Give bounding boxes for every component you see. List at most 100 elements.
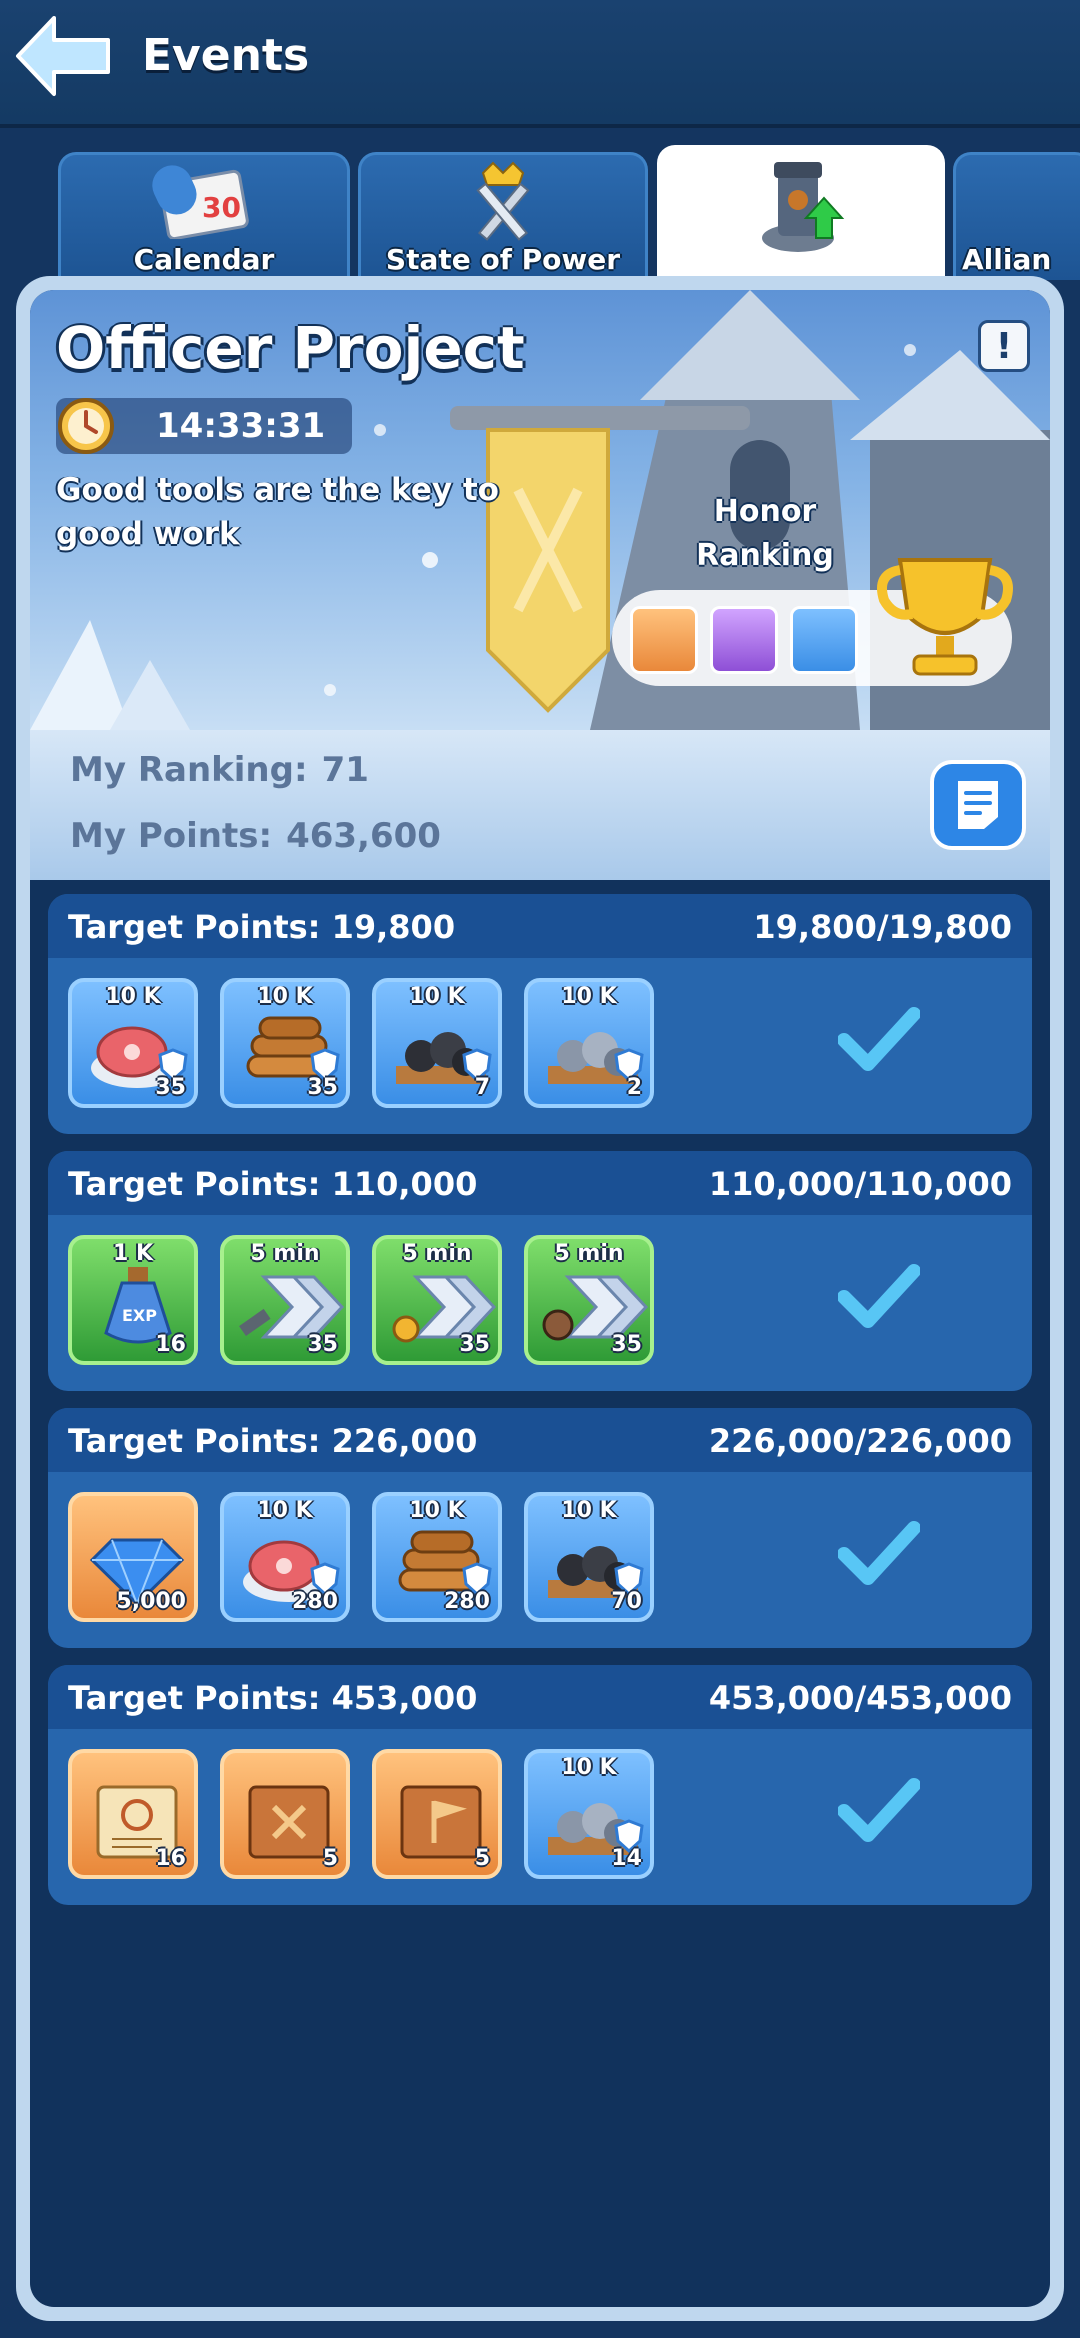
reward-count: 14 [611, 1846, 642, 1871]
reward-amount: 10 K [105, 984, 161, 1009]
back-arrow-icon [16, 16, 110, 96]
completed-check-icon [838, 1264, 920, 1328]
reward-amount: 10 K [561, 1498, 617, 1523]
tab-calendar[interactable]: 30 Calendar [58, 152, 350, 280]
target-progress: 110,000/110,000 [708, 1165, 1012, 1203]
back-button[interactable] [14, 14, 114, 98]
reward-count: 35 [307, 1332, 338, 1357]
timer-value: 14:33:31 [156, 406, 326, 446]
target-header: Target Points: 110,000 110,000/110,000 [48, 1151, 1032, 1215]
event-timer: 14:33:31 [56, 398, 352, 454]
reward-count: 16 [155, 1846, 186, 1871]
reward-count: 2 [626, 1075, 642, 1100]
target-title: Target Points: 110,000 [68, 1165, 478, 1203]
reward-item[interactable]: 5,000 [68, 1492, 198, 1622]
honor-ranking-label[interactable]: Honor Ranking [680, 490, 850, 578]
reward-amount: 10 K [561, 1755, 617, 1780]
reward-amount: 5 min [250, 1241, 320, 1266]
reward-count: 7 [474, 1075, 490, 1100]
main-panel: Officer Project 14:33:31 Good tools are … [16, 276, 1064, 2321]
my-points: My Points: 463,600 [70, 816, 441, 856]
info-button[interactable]: ! [978, 320, 1030, 372]
my-ranking: My Ranking: 71 [70, 750, 369, 790]
reward-item[interactable]: 5 min 35 [372, 1235, 502, 1365]
reward-item[interactable]: 5 [372, 1749, 502, 1879]
reward-count: 35 [307, 1075, 338, 1100]
reward-count: 70 [611, 1589, 642, 1614]
target-header: Target Points: 226,000 226,000/226,000 [48, 1408, 1032, 1472]
reward-item[interactable]: 16 [68, 1749, 198, 1879]
reward-item[interactable]: 10 K 35 [220, 978, 350, 1108]
event-title: Officer Project [56, 314, 525, 382]
my-ranking-value: 71 [321, 750, 369, 790]
reward-amount: 10 K [409, 1498, 465, 1523]
reward-count: 35 [155, 1075, 186, 1100]
reward-count: 16 [155, 1332, 186, 1357]
target-header: Target Points: 453,000 453,000/453,000 [48, 1665, 1032, 1729]
reward-amount: 5 min [554, 1241, 624, 1266]
reward-count: 5 [474, 1846, 490, 1871]
reward-amount: 10 K [561, 984, 617, 1009]
reward-item[interactable]: 10 K 7 [372, 978, 502, 1108]
target-title: Target Points: 453,000 [68, 1679, 478, 1717]
reward-item[interactable]: 10 K 280 [372, 1492, 502, 1622]
info-icon: ! [995, 325, 1013, 367]
page-title: Events [142, 30, 310, 81]
reward-count: 280 [292, 1589, 338, 1614]
reward-count: 35 [459, 1332, 490, 1357]
target-progress: 226,000/226,000 [708, 1422, 1012, 1460]
tab-calendar-label: Calendar [133, 243, 275, 276]
reward-item[interactable]: 10 K 14 [524, 1749, 654, 1879]
target-card: Target Points: 110,000 110,000/110,000 E… [48, 1151, 1032, 1391]
document-icon [958, 781, 998, 829]
reward-item[interactable]: EXP 1 K 16 [68, 1235, 198, 1365]
reward-item[interactable]: 5 min 35 [524, 1235, 654, 1365]
target-card: Target Points: 453,000 453,000/453,000 1… [48, 1665, 1032, 1905]
top-bar: Events [0, 0, 1080, 128]
event-description: Good tools are the key to good work [56, 472, 499, 552]
reward-item[interactable]: 10 K 70 [524, 1492, 654, 1622]
speedup-mini-icon [790, 606, 858, 674]
tab-alliance[interactable]: Allian [953, 152, 1080, 280]
svg-text:30: 30 [202, 191, 241, 224]
reward-item[interactable]: 10 K 2 [524, 978, 654, 1108]
reward-item[interactable]: 5 [220, 1749, 350, 1879]
crossed-swords-crown-icon [476, 161, 530, 241]
calendar-icon: 30 [152, 165, 249, 239]
target-progress: 453,000/453,000 [708, 1679, 1012, 1717]
target-progress: 19,800/19,800 [753, 908, 1012, 946]
tab-state-of-power-label: State of Power [385, 243, 621, 276]
my-points-value: 463,600 [286, 816, 441, 856]
event-tabs: 30 Calendar State of Power Allian [0, 140, 1080, 280]
reward-amount: 10 K [257, 984, 313, 1009]
reward-amount: 10 K [409, 984, 465, 1009]
target-title: Target Points: 19,800 [68, 908, 456, 946]
target-header: Target Points: 19,800 19,800/19,800 [48, 894, 1032, 958]
event-banner: Officer Project 14:33:31 Good tools are … [30, 290, 1050, 730]
completed-check-icon [838, 1521, 920, 1585]
reward-count: 35 [611, 1332, 642, 1357]
completed-check-icon [838, 1007, 920, 1071]
tab-state-of-power[interactable]: State of Power [358, 152, 648, 280]
reward-amount: 1 K [112, 1241, 153, 1266]
ranking-details-button[interactable] [930, 760, 1026, 850]
my-points-label: My Points: [70, 816, 273, 856]
target-card: Target Points: 19,800 19,800/19,800 10 K… [48, 894, 1032, 1134]
reward-scroll-mini-icon [630, 606, 698, 674]
panel-content: Officer Project 14:33:31 Good tools are … [30, 290, 1050, 2307]
reward-item[interactable]: 10 K 35 [68, 978, 198, 1108]
target-card: Target Points: 226,000 226,000/226,000 5… [48, 1408, 1032, 1648]
tab-alliance-label: Allian [962, 243, 1052, 276]
player-stats: My Ranking: 71 My Points: 463,600 [30, 730, 1050, 880]
key-mini-icon [710, 606, 778, 674]
reward-item[interactable]: 10 K 280 [220, 1492, 350, 1622]
trophy-icon[interactable] [870, 540, 1020, 690]
reward-amount: 10 K [257, 1498, 313, 1523]
reward-count: 5 [322, 1846, 338, 1871]
tab-officer-project[interactable] [657, 145, 945, 280]
officer-tower-upgrade-icon [762, 162, 845, 252]
reward-item[interactable]: 5 min 35 [220, 1235, 350, 1365]
target-title: Target Points: 226,000 [68, 1422, 478, 1460]
completed-check-icon [838, 1778, 920, 1842]
reward-count: 280 [444, 1589, 490, 1614]
